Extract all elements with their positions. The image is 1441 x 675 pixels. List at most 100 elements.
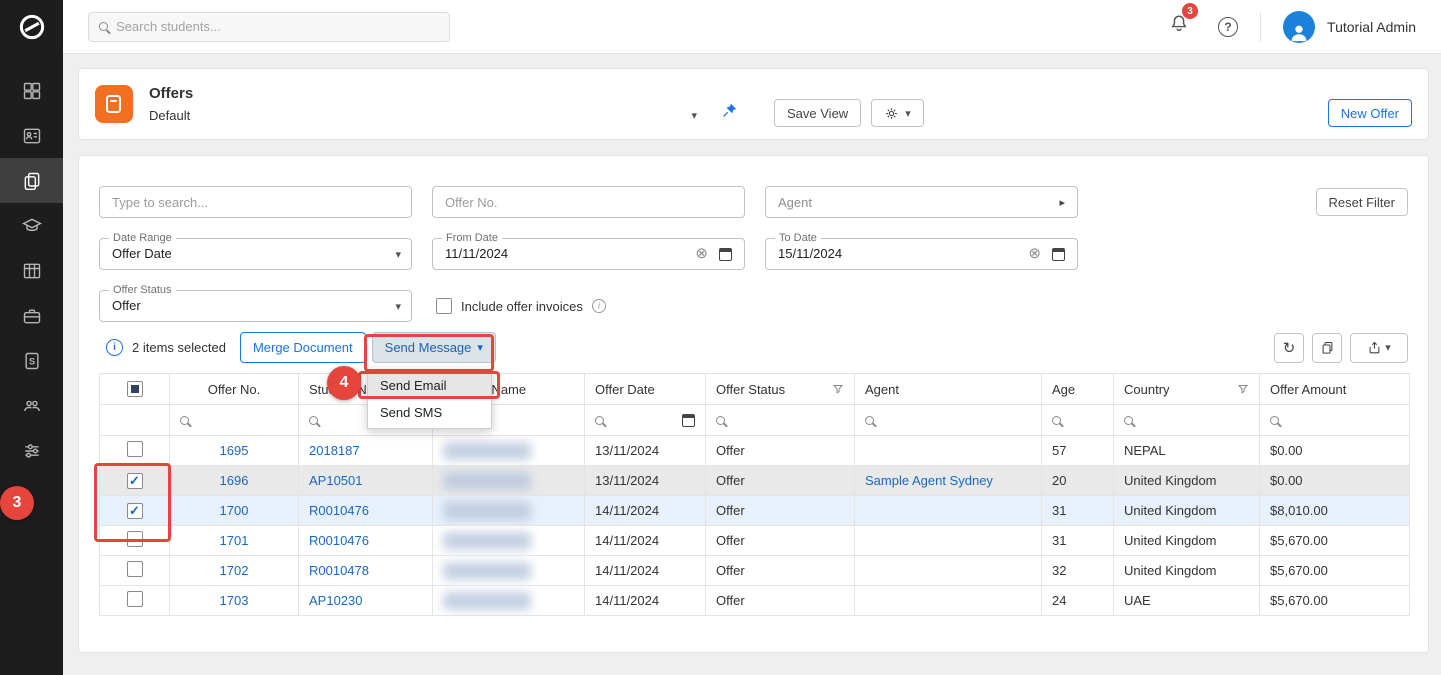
student-name-cell	[433, 526, 585, 556]
type-to-search-input[interactable]	[99, 186, 412, 218]
sidebar-item-invoices[interactable]: S	[0, 338, 63, 383]
offer-no-field	[432, 186, 745, 218]
row-checkbox[interactable]	[127, 561, 143, 577]
new-offer-button[interactable]: New Offer	[1328, 99, 1412, 127]
student-search[interactable]	[88, 12, 450, 42]
clear-icon[interactable]: ⊗	[695, 246, 708, 261]
reset-filter-button[interactable]: Reset Filter	[1316, 188, 1408, 216]
offer-no-link[interactable]: 1703	[220, 593, 249, 608]
column-filter-offer-amount[interactable]	[1260, 405, 1410, 436]
student-no-link[interactable]: AP10230	[309, 593, 363, 608]
topbar: 3 ? Tutorial Admin	[63, 0, 1441, 54]
search-icon[interactable]	[716, 416, 725, 425]
chevron-down-icon: ▾	[395, 248, 401, 261]
search-icon[interactable]	[309, 416, 318, 425]
clear-icon[interactable]: ⊗	[1028, 246, 1041, 261]
offer-no-link[interactable]: 1701	[220, 533, 249, 548]
student-no-link[interactable]: AP10501	[309, 473, 363, 488]
agent-select[interactable]: Agent ▸	[765, 186, 1078, 218]
sidebar-item-agents[interactable]	[0, 383, 63, 428]
app-logo[interactable]	[0, 0, 63, 54]
column-filter-agent[interactable]	[855, 405, 1042, 436]
export-button[interactable]: ▾	[1350, 333, 1408, 363]
agent-link[interactable]: Sample Agent Sydney	[865, 473, 993, 488]
table-row[interactable]: 1695201818713/11/2024Offer57NEPAL$0.00	[100, 436, 1410, 466]
search-icon[interactable]	[865, 416, 874, 425]
table-row[interactable]: 1696AP1050113/11/2024OfferSample Agent S…	[100, 466, 1410, 496]
sidebar-item-students[interactable]	[0, 113, 63, 158]
table-row[interactable]: 1700R001047614/11/2024Offer31United King…	[100, 496, 1410, 526]
sidebar-item-services[interactable]	[0, 293, 63, 338]
row-checkbox[interactable]	[127, 441, 143, 457]
offer-no-link[interactable]: 1700	[220, 503, 249, 518]
offer-status-select[interactable]: Offer Status Offer ▾	[99, 290, 412, 322]
column-filter-offer-no[interactable]	[170, 405, 299, 436]
row-checkbox[interactable]	[127, 473, 143, 489]
date-range-value: Offer Date	[112, 239, 172, 269]
calendar-icon[interactable]	[682, 414, 695, 427]
view-settings-button[interactable]: ▾	[871, 99, 924, 127]
include-invoices-checkbox[interactable]	[436, 298, 452, 314]
search-icon[interactable]	[180, 416, 189, 425]
to-date-field[interactable]: To Date 15/11/2024 ⊗	[765, 238, 1078, 270]
filter-funnel-icon[interactable]	[832, 383, 844, 395]
menu-item-send-sms[interactable]: Send SMS	[368, 399, 491, 426]
row-checkbox[interactable]	[127, 503, 143, 519]
row-checkbox[interactable]	[127, 591, 143, 607]
offer-no-input[interactable]	[432, 186, 745, 218]
offer-no-link[interactable]: 1702	[220, 563, 249, 578]
column-header-select[interactable]	[100, 374, 170, 405]
calendar-icon[interactable]	[719, 248, 732, 261]
search-icon[interactable]	[1052, 416, 1061, 425]
calendar-icon[interactable]	[1052, 248, 1065, 261]
offer-status-value: Offer	[112, 291, 141, 321]
table-row[interactable]: 1701R001047614/11/2024Offer31United King…	[100, 526, 1410, 556]
save-view-button[interactable]: Save View	[774, 99, 861, 127]
offer-no-link[interactable]: 1696	[220, 473, 249, 488]
agent-cell	[855, 586, 1042, 616]
filter-funnel-icon[interactable]	[1237, 383, 1249, 395]
offer-no-link[interactable]: 1695	[220, 443, 249, 458]
student-name-cell	[433, 436, 585, 466]
sidebar-item-offers[interactable]	[0, 158, 63, 203]
pin-button[interactable]	[721, 102, 738, 124]
merge-document-button[interactable]: Merge Document	[240, 332, 366, 363]
select-all-checkbox[interactable]	[127, 381, 143, 397]
table-row[interactable]: 1703AP1023014/11/2024Offer24UAE$5,670.00	[100, 586, 1410, 616]
notifications-button[interactable]: 3	[1164, 9, 1194, 44]
sidebar-item-dashboard[interactable]	[0, 68, 63, 113]
student-no-link[interactable]: R0010476	[309, 533, 369, 548]
from-date-field[interactable]: From Date 11/11/2024 ⊗	[432, 238, 745, 270]
sidebar-item-tables[interactable]	[0, 248, 63, 293]
sidebar-item-sliders[interactable]	[0, 428, 63, 473]
chevron-down-icon: ▾	[691, 109, 697, 122]
send-message-button[interactable]: Send Message ▾	[372, 332, 496, 363]
include-invoices-option[interactable]: Include offer invoices	[436, 298, 606, 314]
column-filter-country[interactable]	[1114, 405, 1260, 436]
sidebar-item-courses[interactable]	[0, 203, 63, 248]
menu-item-send-email[interactable]: Send Email	[368, 372, 491, 399]
column-filter-offer-date[interactable]	[585, 405, 706, 436]
help-button[interactable]: ?	[1218, 17, 1238, 37]
student-no-link[interactable]: R0010478	[309, 563, 369, 578]
date-range-select[interactable]: Date Range Offer Date ▾	[99, 238, 412, 270]
user-menu[interactable]: Tutorial Admin	[1283, 11, 1416, 43]
student-no-link[interactable]: 2018187	[309, 443, 360, 458]
dashboard-icon	[22, 81, 42, 101]
view-select[interactable]: Default ▾	[149, 108, 697, 123]
column-filter-offer-status[interactable]	[706, 405, 855, 436]
search-icon[interactable]	[595, 416, 604, 425]
search-input[interactable]	[116, 19, 439, 34]
country-cell: United Kingdom	[1114, 466, 1260, 496]
refresh-button[interactable]: ↻	[1274, 333, 1304, 363]
student-no-link[interactable]: R0010476	[309, 503, 369, 518]
pin-icon	[721, 102, 738, 119]
row-checkbox[interactable]	[127, 531, 143, 547]
offers-icon	[22, 171, 42, 191]
search-icon[interactable]	[1124, 416, 1133, 425]
copy-grid-button[interactable]	[1312, 333, 1342, 363]
search-icon[interactable]	[1270, 416, 1279, 425]
table-row[interactable]: 1702R001047814/11/2024Offer32United King…	[100, 556, 1410, 586]
notification-badge: 3	[1182, 3, 1198, 19]
column-filter-age[interactable]	[1042, 405, 1114, 436]
